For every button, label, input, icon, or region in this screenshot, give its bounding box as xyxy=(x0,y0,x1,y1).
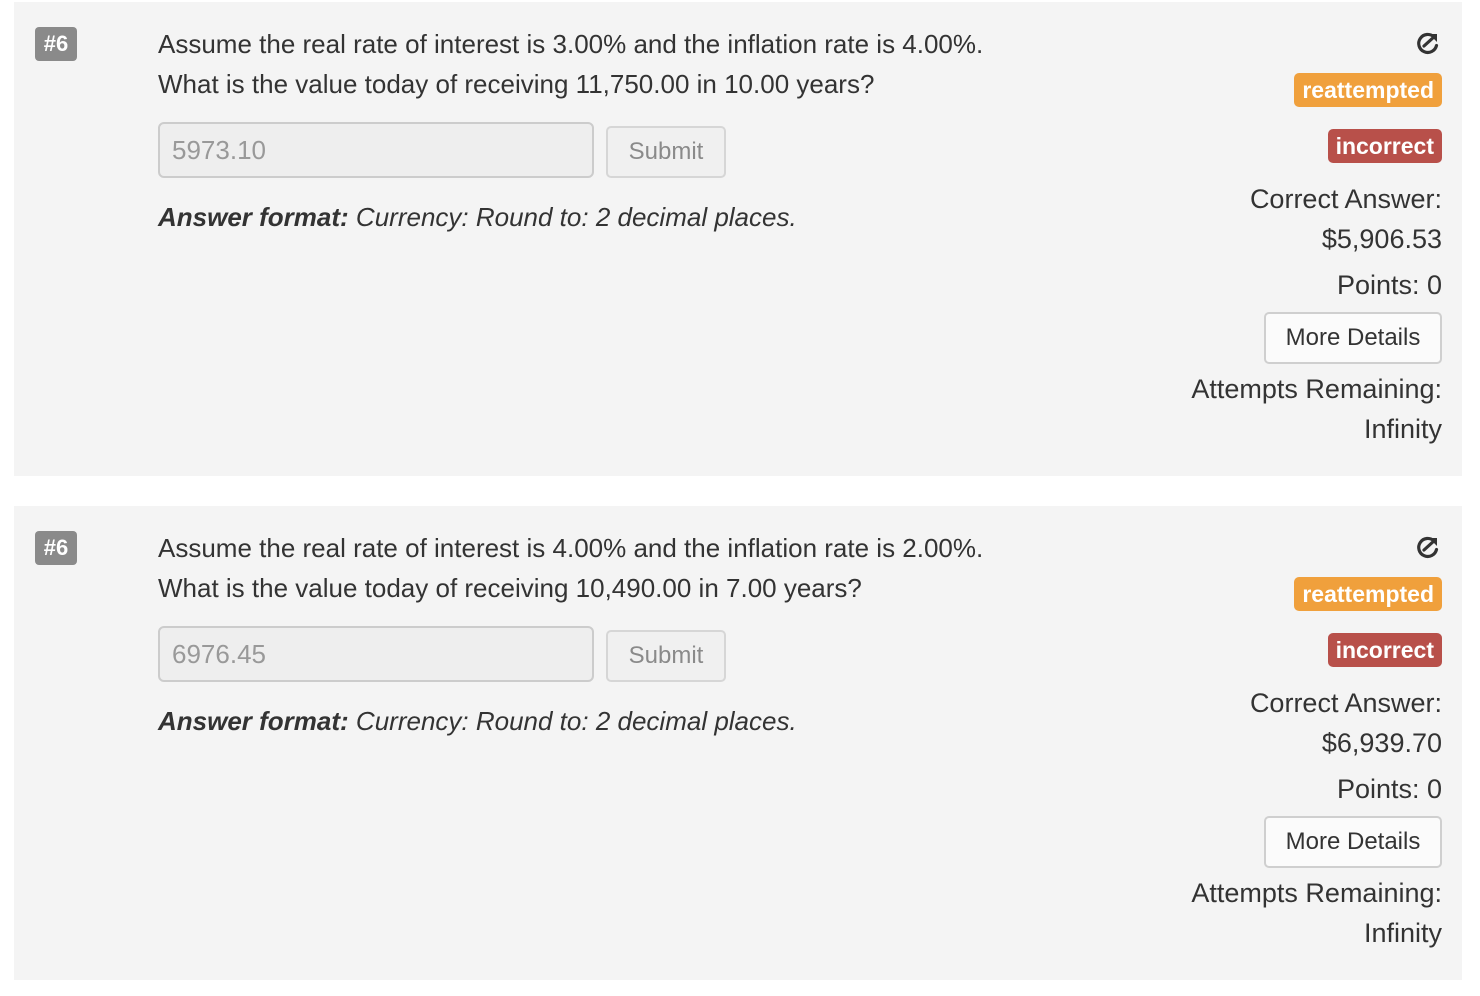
answer-format-text: Currency: Round to: 2 decimal places. xyxy=(348,706,797,736)
question-text: Assume the real rate of interest is 4.00… xyxy=(158,528,1118,608)
status-badge-incorrect: incorrect xyxy=(1327,633,1442,667)
status-badge-reattempted: reattempted xyxy=(1294,73,1442,107)
question-text-line-1: Assume the real rate of interest is 4.00… xyxy=(158,533,984,563)
answer-input[interactable] xyxy=(158,626,594,682)
points-text: Points: 0 xyxy=(1336,270,1442,300)
submit-button[interactable]: Submit xyxy=(606,126,726,178)
share-icon[interactable] xyxy=(1414,30,1442,58)
attempts-remaining-value: Infinity xyxy=(1363,918,1442,948)
correct-answer-label: Correct Answer: xyxy=(1249,688,1442,718)
answer-format: Answer format: Currency: Round to: 2 dec… xyxy=(158,706,797,737)
question-card: #6 Assume the real rate of interest is 4… xyxy=(14,506,1462,980)
question-text: Assume the real rate of interest is 3.00… xyxy=(158,24,1118,104)
points-text: Points: 0 xyxy=(1336,774,1442,804)
correct-answer-value: $5,906.53 xyxy=(1321,224,1442,254)
share-icon[interactable] xyxy=(1414,534,1442,562)
attempts-remaining-label: Attempts Remaining: xyxy=(1191,374,1442,404)
answer-format: Answer format: Currency: Round to: 2 dec… xyxy=(158,202,797,233)
correct-answer-label: Correct Answer: xyxy=(1249,184,1442,214)
answer-format-label: Answer format: xyxy=(158,202,349,232)
submit-button[interactable]: Submit xyxy=(606,630,726,682)
question-number-badge: #6 xyxy=(35,27,77,61)
question-text-line-2: What is the value today of receiving 10,… xyxy=(158,573,862,603)
answer-input[interactable] xyxy=(158,122,594,178)
status-badge-reattempted: reattempted xyxy=(1294,577,1442,611)
correct-answer-value: $6,939.70 xyxy=(1321,728,1442,758)
answer-format-text: Currency: Round to: 2 decimal places. xyxy=(348,202,797,232)
question-text-line-2: What is the value today of receiving 11,… xyxy=(158,69,875,99)
attempts-remaining-label: Attempts Remaining: xyxy=(1191,878,1442,908)
question-text-line-1: Assume the real rate of interest is 3.00… xyxy=(158,29,984,59)
answer-format-label: Answer format: xyxy=(158,706,349,736)
question-card: #6 Assume the real rate of interest is 3… xyxy=(14,2,1462,476)
status-badge-incorrect: incorrect xyxy=(1327,129,1442,163)
more-details-button[interactable]: More Details xyxy=(1264,816,1442,868)
question-number-badge: #6 xyxy=(35,531,77,565)
more-details-button[interactable]: More Details xyxy=(1264,312,1442,364)
attempts-remaining-value: Infinity xyxy=(1363,414,1442,444)
